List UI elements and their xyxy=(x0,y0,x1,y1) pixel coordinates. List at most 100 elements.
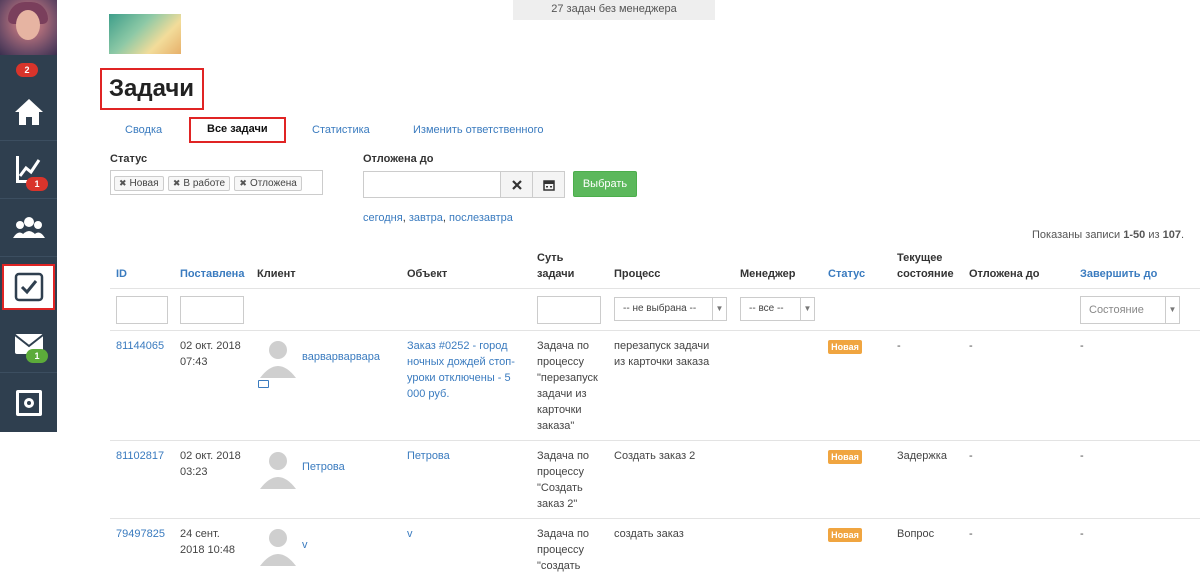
filter-created-input[interactable] xyxy=(180,296,244,324)
task-id-link[interactable]: 81144065 xyxy=(116,338,164,354)
close-icon xyxy=(511,179,522,190)
task-process: перезапуск задачи из карточки заказа xyxy=(614,338,709,370)
object-link[interactable]: v xyxy=(407,526,413,542)
filter-state-select[interactable]: Состояние ▼ xyxy=(1080,296,1180,324)
remove-icon[interactable]: ✖ xyxy=(119,178,127,188)
object-link[interactable]: Петрова xyxy=(407,448,450,464)
safe-icon xyxy=(15,389,42,416)
sidebar: 2 1 1 xyxy=(0,0,57,566)
current-state: Вопрос xyxy=(897,528,935,540)
object-link[interactable]: Заказ #0252 - город ночных дождей стоп-ур… xyxy=(407,338,515,402)
col-header-essence-line1: Суть xyxy=(537,252,564,264)
avatar-face xyxy=(16,10,40,40)
finish-value: - xyxy=(1080,340,1084,352)
user-avatar[interactable] xyxy=(0,0,57,55)
quick-date-day-after[interactable]: послезавтра xyxy=(449,212,513,224)
client-link[interactable]: Петрова xyxy=(302,459,345,475)
status-multiselect[interactable]: ✖ Новая ✖ В работе ✖ Отложена xyxy=(110,170,323,195)
filter-id-input[interactable] xyxy=(116,296,168,324)
col-header-created[interactable]: Поставлена xyxy=(180,266,244,282)
choose-button[interactable]: Выбрать xyxy=(573,171,637,197)
quick-date-tomorrow[interactable]: завтра xyxy=(409,212,443,224)
filter-essence-input[interactable] xyxy=(537,296,601,324)
essence-line: "перезапуск xyxy=(537,372,598,384)
unassigned-tasks-banner[interactable]: 27 задач без менеджера xyxy=(513,0,715,20)
tab-summary[interactable]: Сводка xyxy=(125,118,162,142)
object-line: Заказ #0252 - город xyxy=(407,340,508,352)
col-header-current-state: Текущее состояние xyxy=(897,250,954,282)
quick-date-today[interactable]: сегодня xyxy=(363,212,403,224)
essence-line: "создать xyxy=(537,560,581,572)
person-placeholder-icon xyxy=(260,341,296,378)
object-line: ночных дождей стоп- xyxy=(407,356,515,368)
status-label: Статус xyxy=(110,153,148,165)
clear-date-button[interactable] xyxy=(500,171,533,198)
postponed-date-input[interactable] xyxy=(363,171,501,198)
chevron-down-icon: ▼ xyxy=(1165,297,1179,323)
postponed-label: Отложена до xyxy=(363,153,434,165)
created-date: 02 окт. 2018 07:43 xyxy=(180,338,241,370)
nav-stats[interactable] xyxy=(0,142,57,199)
current-state: - xyxy=(897,340,901,352)
essence-line: карточки xyxy=(537,404,582,416)
col-header-finish[interactable]: Завершить до xyxy=(1080,266,1157,282)
divider xyxy=(110,440,1200,441)
essence-line: Задача по xyxy=(537,340,590,352)
status-chip-new[interactable]: ✖ Новая xyxy=(114,176,164,191)
nav-clients[interactable] xyxy=(0,200,57,257)
col-header-postponed: Отложена до xyxy=(969,268,1040,280)
nav-tasks[interactable] xyxy=(2,264,55,310)
essence-line: "Создать xyxy=(537,482,583,494)
task-id-link[interactable]: 81102817 xyxy=(116,448,164,464)
chip-label: В работе xyxy=(183,178,226,189)
client-link[interactable]: варварварвара xyxy=(302,349,380,365)
mail-badge: 1 xyxy=(26,349,48,363)
finish-value: - xyxy=(1080,528,1084,540)
page-title: Задачи xyxy=(100,68,204,110)
tab-change-responsible[interactable]: Изменить ответственного xyxy=(413,118,544,142)
calendar-button[interactable] xyxy=(532,171,565,198)
tab-statistics[interactable]: Статистика xyxy=(312,118,370,142)
filter-process-select[interactable]: -- не выбрана -- ▼ xyxy=(614,297,727,321)
filter-state-value: Состояние xyxy=(1089,304,1144,316)
records-info: Показаны записи 1-50 из 107. xyxy=(1032,229,1184,241)
essence-line: заказа" xyxy=(537,420,575,432)
finish-value: - xyxy=(1080,450,1084,462)
essence-line: заказ 2" xyxy=(537,498,578,510)
users-icon xyxy=(12,217,45,238)
records-suffix: . xyxy=(1180,229,1184,241)
tab-all-tasks[interactable]: Все задачи xyxy=(189,117,286,143)
col-header-id[interactable]: ID xyxy=(116,266,127,282)
nav-home[interactable] xyxy=(0,84,57,141)
filter-manager-select[interactable]: -- все -- ▼ xyxy=(740,297,815,321)
created-date-day: 24 сент. xyxy=(180,528,220,540)
created-date-time: 2018 10:48 xyxy=(180,544,236,556)
checkbox-icon xyxy=(14,272,43,302)
remove-icon[interactable]: ✖ xyxy=(173,178,181,188)
divider xyxy=(110,288,1200,289)
created-date: 02 окт. 2018 03:23 xyxy=(180,448,241,480)
status-chip-postponed[interactable]: ✖ Отложена xyxy=(234,176,302,191)
postponed-value: - xyxy=(969,450,973,462)
object-line: 000 руб. xyxy=(407,388,450,400)
created-date-day: 02 окт. 2018 xyxy=(180,340,241,352)
col-header-status[interactable]: Статус xyxy=(828,266,865,282)
process-line: перезапуск задачи xyxy=(614,340,710,352)
task-id-link[interactable]: 79497825 xyxy=(116,526,165,542)
nav-safe[interactable] xyxy=(0,374,57,431)
essence-line: задачи из xyxy=(537,388,587,400)
chip-label: Новая xyxy=(129,178,159,189)
task-essence: Задача по процессу "создать xyxy=(537,526,589,574)
status-badge: Новая xyxy=(828,450,862,464)
col-header-manager: Менеджер xyxy=(740,268,796,280)
nav-mail[interactable] xyxy=(0,316,57,373)
col-header-client: Клиент xyxy=(257,268,296,280)
header-image xyxy=(109,14,181,54)
client-link[interactable]: v xyxy=(302,537,308,553)
filter-process-value: -- не выбрана -- xyxy=(623,303,697,314)
remove-icon[interactable]: ✖ xyxy=(239,178,247,188)
quick-dates: сегодня, завтра, послезавтра xyxy=(363,212,513,224)
person-placeholder-icon xyxy=(260,452,296,489)
status-chip-in-progress[interactable]: ✖ В работе xyxy=(167,176,231,191)
status-badge: Новая xyxy=(828,528,862,542)
